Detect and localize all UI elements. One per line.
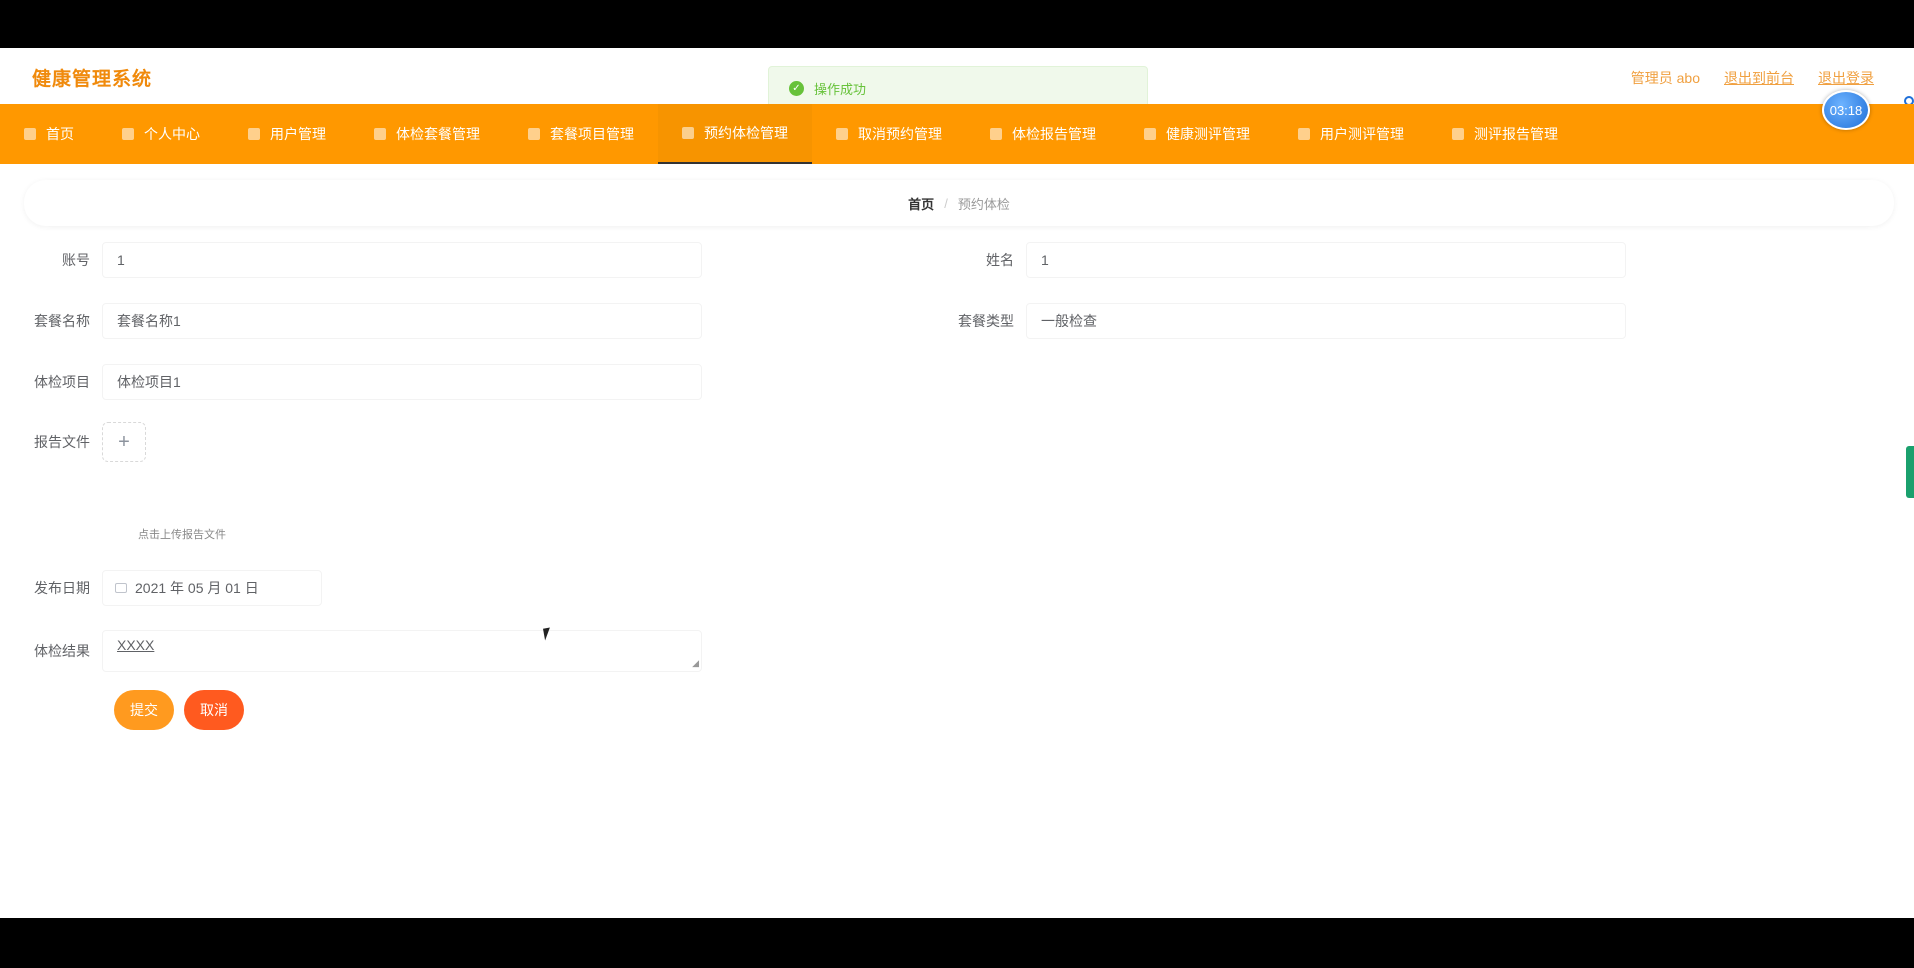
exit-frontend-link[interactable]: 退出到前台 bbox=[1724, 68, 1794, 88]
clipboard-icon bbox=[1298, 128, 1310, 140]
item-label: 体检项目 bbox=[34, 374, 90, 390]
name-row: 姓名 1 bbox=[948, 242, 1626, 278]
package-icon bbox=[374, 128, 386, 140]
item-input[interactable]: 体检项目1 bbox=[102, 364, 702, 400]
account-input[interactable]: 1 bbox=[102, 242, 702, 278]
nav-item-label: 首页 bbox=[46, 126, 74, 142]
calendar-icon bbox=[682, 127, 694, 139]
account-label: 账号 bbox=[62, 252, 90, 268]
nav-item-label: 体检报告管理 bbox=[1012, 126, 1096, 142]
cancel-button[interactable]: 取消 bbox=[184, 690, 244, 730]
letterbox-bottom bbox=[0, 918, 1914, 968]
nav-item-package-items[interactable]: 套餐项目管理 bbox=[504, 104, 658, 164]
nav-item-health-assessment[interactable]: 健康测评管理 bbox=[1120, 104, 1274, 164]
nav-item-report-management[interactable]: 体检报告管理 bbox=[966, 104, 1120, 164]
nav-item-label: 套餐项目管理 bbox=[550, 126, 634, 142]
result-row: 体检结果 XXXX ◢ bbox=[24, 630, 702, 672]
user-label: 管理员 abo bbox=[1630, 70, 1700, 86]
package-type-input[interactable]: 一般检查 bbox=[1026, 303, 1626, 339]
top-nav: 首页 个人中心 用户管理 体检套餐管理 套餐项目管理 预约体检管理 取消预约管理… bbox=[0, 104, 1914, 164]
nav-item-label: 健康测评管理 bbox=[1166, 126, 1250, 142]
toast-message: 操作成功 bbox=[814, 81, 867, 97]
brand-title: 健康管理系统 bbox=[32, 69, 153, 90]
result-label: 体检结果 bbox=[34, 643, 90, 659]
cancel-icon bbox=[836, 128, 848, 140]
nav-item-label: 取消预约管理 bbox=[858, 126, 942, 142]
appointment-form: 账号 1 姓名 1 套餐名称 套餐名称1 套餐类型 一般检查 体检项目 体检项目… bbox=[24, 232, 1894, 730]
date-value: 2021 年 05 月 01 日 bbox=[135, 580, 259, 596]
nav-item-package-management[interactable]: 体检套餐管理 bbox=[350, 104, 504, 164]
result-textarea[interactable]: XXXX ◢ bbox=[102, 630, 702, 672]
header-links: 管理员 abo 退出到前台 退出登录 bbox=[1631, 68, 1874, 88]
list-icon bbox=[528, 128, 540, 140]
item-row: 体检项目 体检项目1 bbox=[24, 364, 702, 400]
result-value: XXXX bbox=[117, 637, 155, 653]
nav-item-label: 体检套餐管理 bbox=[396, 126, 480, 142]
breadcrumb-current: 预约体检 bbox=[957, 196, 1010, 212]
report-icon bbox=[990, 128, 1002, 140]
nav-item-label: 用户管理 bbox=[270, 126, 326, 142]
breadcrumb-home[interactable]: 首页 bbox=[908, 194, 934, 213]
check-circle-icon: ✓ bbox=[789, 80, 804, 96]
name-label: 姓名 bbox=[986, 252, 1014, 268]
submit-button[interactable]: 提交 bbox=[114, 690, 174, 730]
resize-handle-icon[interactable]: ◢ bbox=[692, 658, 699, 669]
date-row: 发布日期 2021 年 05 月 01 日 bbox=[24, 570, 322, 606]
breadcrumb-separator: / bbox=[944, 195, 948, 211]
package-type-label: 套餐类型 bbox=[958, 313, 1014, 329]
user-icon bbox=[122, 128, 134, 140]
side-tab[interactable] bbox=[1906, 446, 1914, 498]
logout-link[interactable]: 退出登录 bbox=[1818, 68, 1874, 88]
form-actions: 提交 取消 bbox=[114, 690, 244, 730]
breadcrumb: 首页 / 预约体检 bbox=[24, 180, 1894, 226]
letterbox-top bbox=[0, 0, 1914, 48]
nav-item-label: 个人中心 bbox=[144, 126, 200, 142]
report-row: 报告文件 + bbox=[24, 422, 146, 462]
date-label: 发布日期 bbox=[34, 580, 90, 596]
calendar-icon bbox=[115, 583, 127, 593]
account-row: 账号 1 bbox=[24, 242, 702, 278]
name-input[interactable]: 1 bbox=[1026, 242, 1626, 278]
nav-item-label: 测评报告管理 bbox=[1474, 126, 1558, 142]
nav-item-user-management[interactable]: 用户管理 bbox=[224, 104, 350, 164]
nav-item-assessment-report[interactable]: 测评报告管理 bbox=[1428, 104, 1582, 164]
nav-item-label: 用户测评管理 bbox=[1320, 126, 1404, 142]
nav-item-appointment[interactable]: 预约体检管理 bbox=[658, 104, 812, 164]
package-name-label: 套餐名称 bbox=[34, 313, 90, 329]
nav-item-user-assessment[interactable]: 用户测评管理 bbox=[1274, 104, 1428, 164]
timer-badge[interactable]: 03:18 bbox=[1822, 90, 1870, 130]
nav-item-home[interactable]: 首页 bbox=[0, 104, 98, 164]
nav-item-cancel-appointment[interactable]: 取消预约管理 bbox=[812, 104, 966, 164]
home-icon bbox=[24, 128, 36, 140]
package-name-row: 套餐名称 套餐名称1 bbox=[24, 303, 702, 339]
upload-button[interactable]: + bbox=[102, 422, 146, 462]
app-window: 健康管理系统 管理员 abo 退出到前台 退出登录 ✓ 操作成功 03:18 首… bbox=[0, 48, 1914, 918]
nav-item-personal-center[interactable]: 个人中心 bbox=[98, 104, 224, 164]
date-picker[interactable]: 2021 年 05 月 01 日 bbox=[102, 570, 322, 606]
nav-item-label: 预约体检管理 bbox=[704, 125, 788, 141]
package-name-input[interactable]: 套餐名称1 bbox=[102, 303, 702, 339]
report-label: 报告文件 bbox=[34, 434, 90, 450]
package-type-row: 套餐类型 一般检查 bbox=[948, 303, 1626, 339]
users-icon bbox=[248, 128, 260, 140]
document-icon bbox=[1452, 128, 1464, 140]
upload-tip: 点击上传报告文件 bbox=[138, 529, 226, 541]
heart-icon bbox=[1144, 128, 1156, 140]
